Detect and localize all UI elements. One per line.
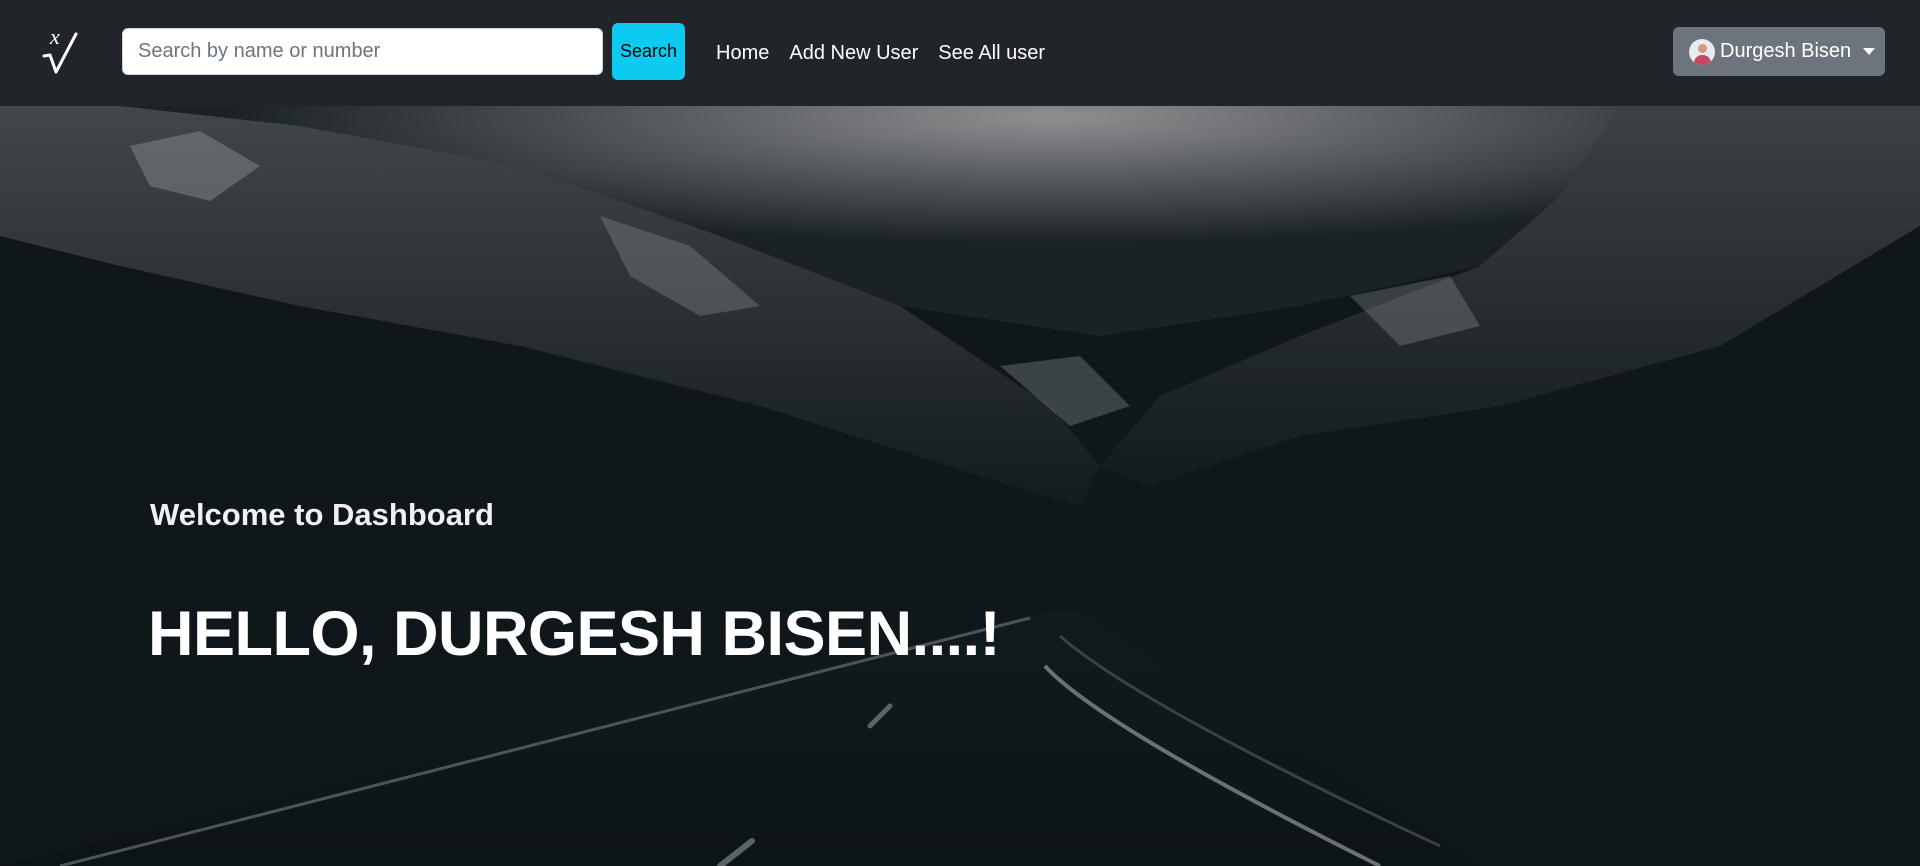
nav-link-home[interactable]: Home <box>706 42 779 65</box>
search-input[interactable] <box>122 28 603 75</box>
nav-links: Home Add New User See All user <box>706 0 1055 106</box>
top-navbar: x Search Home Add New User See All user … <box>0 0 1920 106</box>
xv-root-logo-icon[interactable]: x <box>40 26 84 76</box>
hero-banner: Welcome to Dashboard HELLO, DURGESH BISE… <box>0 106 1920 866</box>
caret-down-icon <box>1863 48 1876 55</box>
user-name-label: Durgesh Bisen <box>1720 40 1852 62</box>
hero-greeting: HELLO, DURGESH BISEN....! <box>148 599 1001 669</box>
nav-link-see-all-user[interactable]: See All user <box>928 42 1055 65</box>
nav-link-add-new-user[interactable]: Add New User <box>779 42 928 65</box>
hero-subtitle: Welcome to Dashboard <box>150 497 494 532</box>
hero-background-image <box>0 106 1920 866</box>
user-menu-dropdown[interactable]: Durgesh Bisen <box>1673 27 1885 76</box>
search-button[interactable]: Search <box>612 23 685 80</box>
user-avatar <box>1689 38 1715 65</box>
svg-text:x: x <box>49 26 60 49</box>
